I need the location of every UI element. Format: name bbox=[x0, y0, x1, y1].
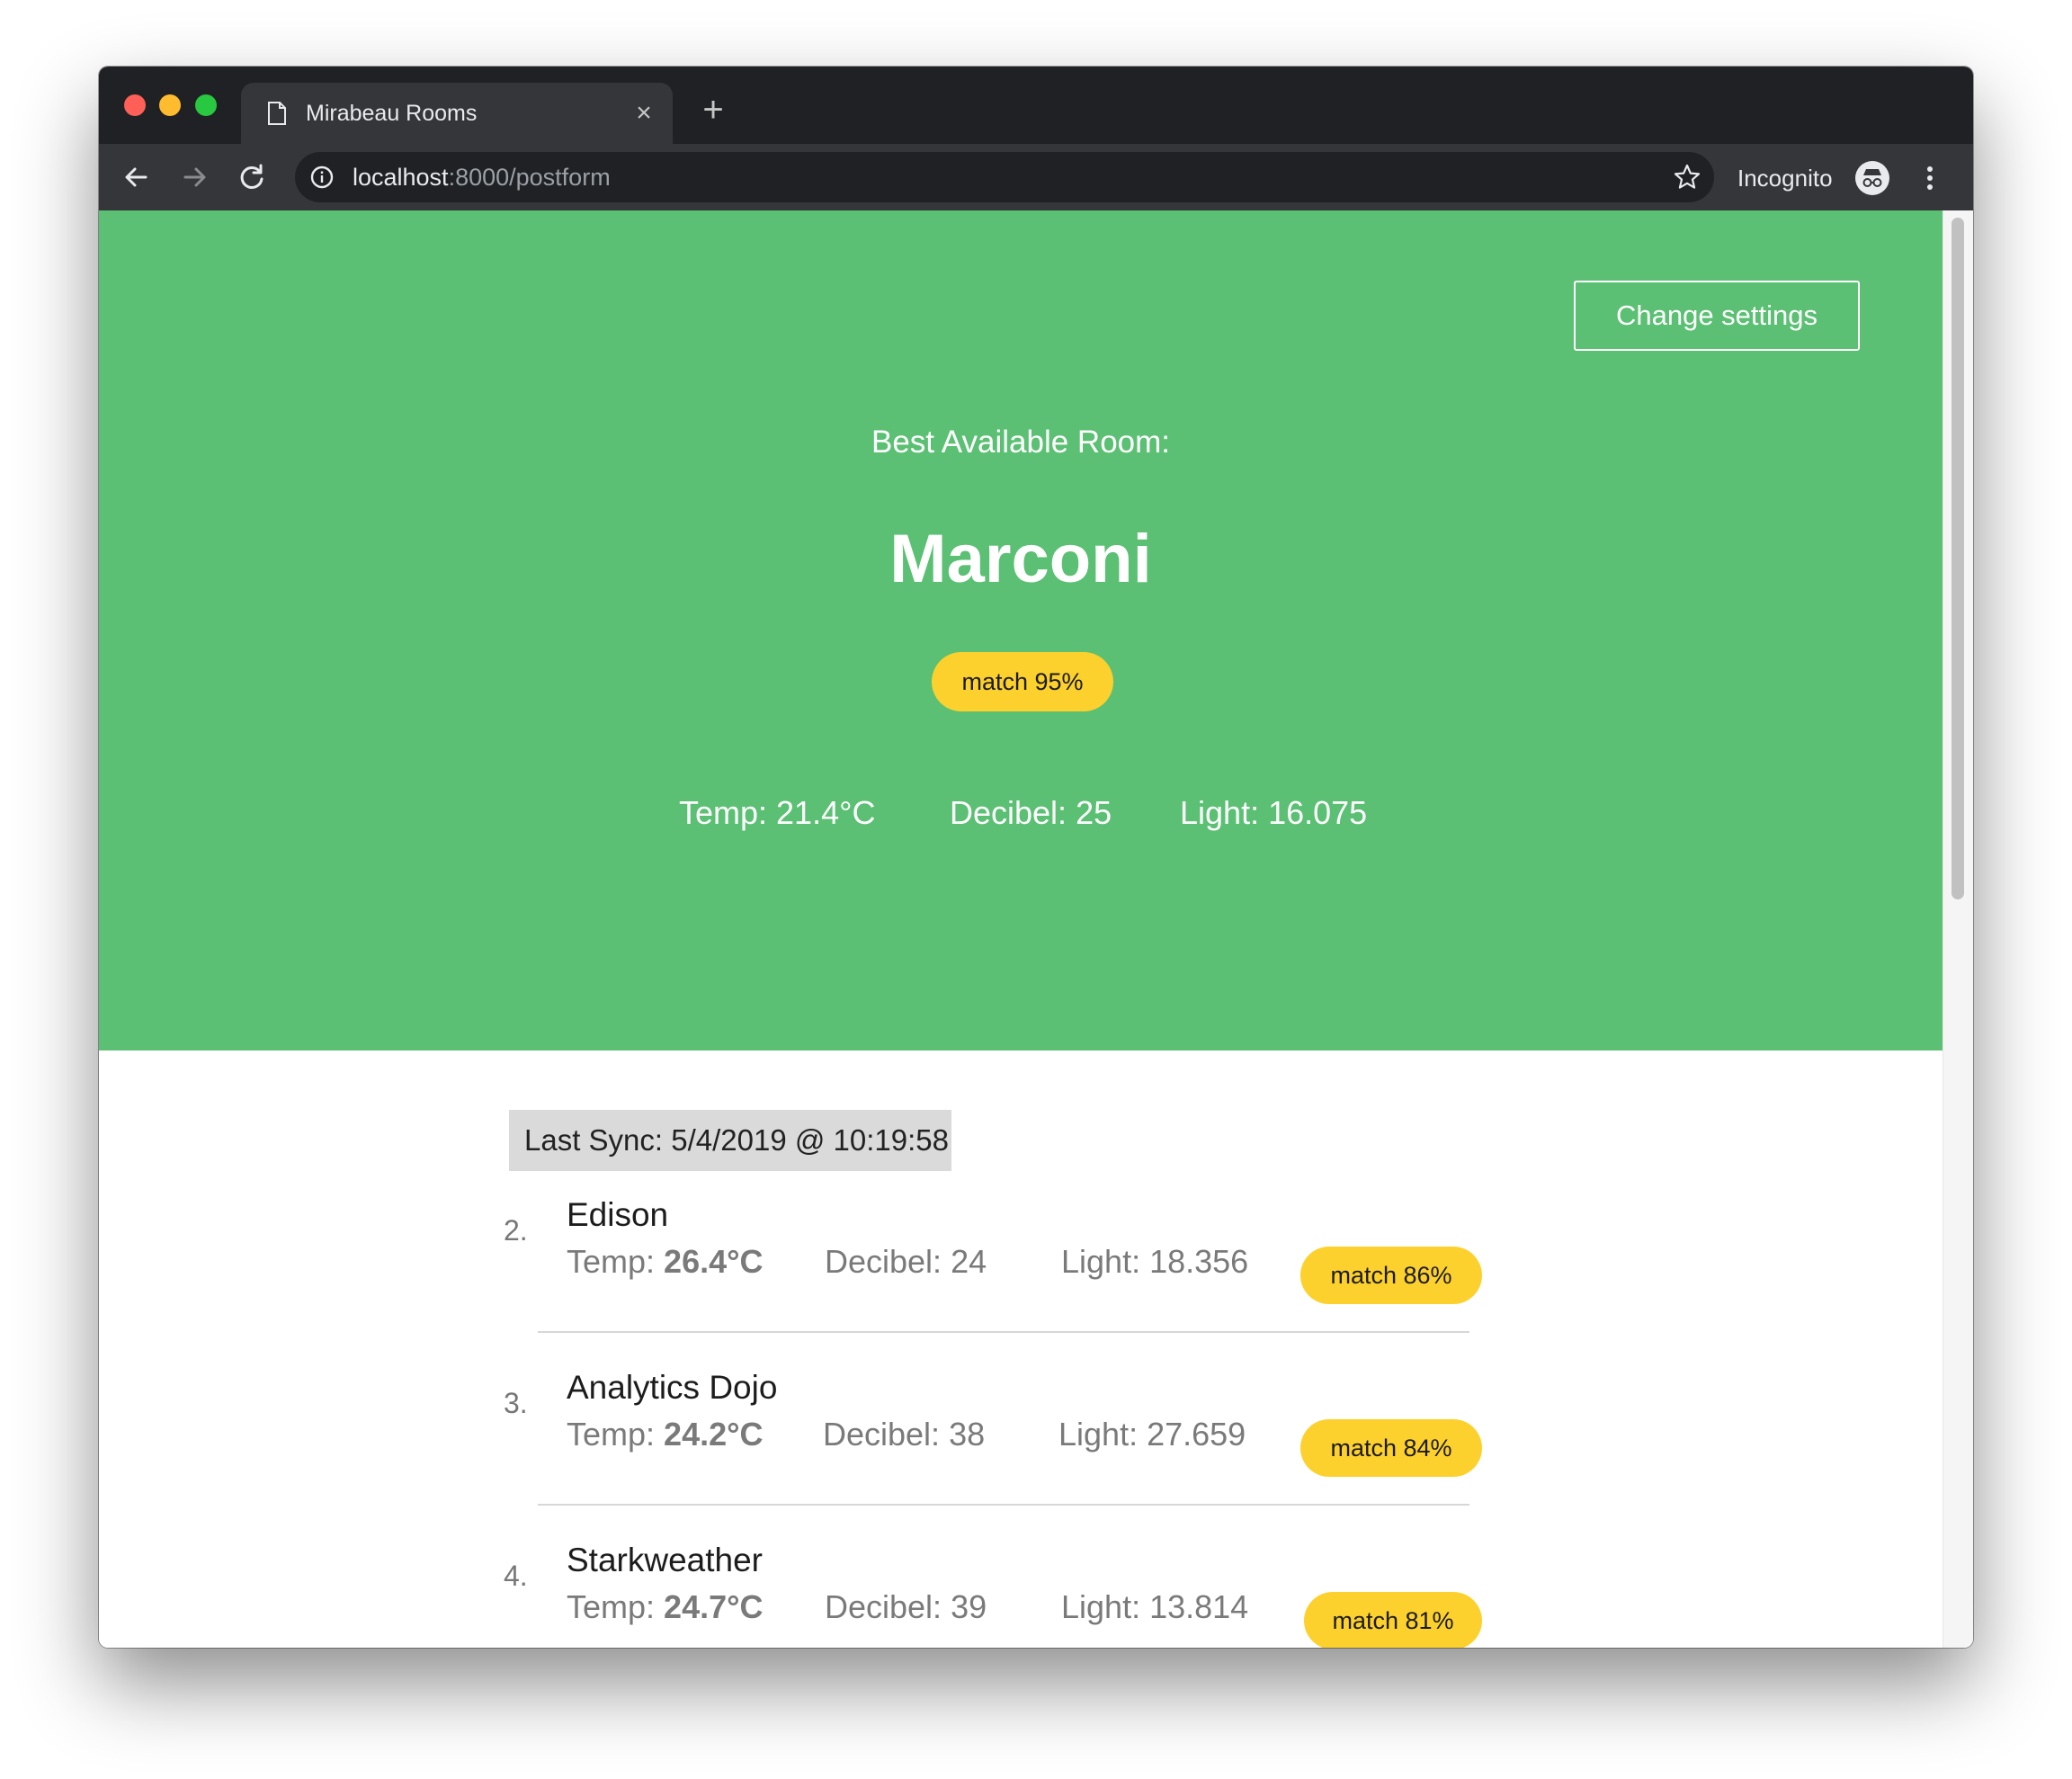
browser-tab[interactable]: Mirabeau Rooms × bbox=[241, 83, 673, 144]
title-bar: Mirabeau Rooms × + bbox=[99, 67, 1973, 144]
more-vert-icon[interactable] bbox=[1919, 160, 1941, 196]
close-window-button[interactable] bbox=[124, 94, 146, 116]
plus-icon[interactable]: + bbox=[697, 92, 729, 128]
room-match-badge: match 86% bbox=[1300, 1247, 1482, 1304]
room-temp-label: Temp: bbox=[567, 1588, 665, 1625]
address-bar[interactable]: localhost:8000/postform bbox=[295, 152, 1714, 202]
room-decibel: Decibel: 38 bbox=[823, 1416, 986, 1453]
room-temp: Temp: 26.4°C bbox=[567, 1241, 764, 1283]
browser-toolbar: localhost:8000/postform Incognito bbox=[99, 144, 1973, 210]
url-path: :8000/postform bbox=[448, 164, 611, 191]
scrollbar-thumb[interactable] bbox=[1951, 218, 1964, 899]
best-room-hero: Change settings Best Available Room: Mar… bbox=[99, 210, 1942, 1050]
room-temp: Temp: 24.7°C bbox=[567, 1587, 764, 1628]
minimize-window-button[interactable] bbox=[159, 94, 181, 116]
room-divider bbox=[538, 1504, 1469, 1506]
page-scrollbar[interactable] bbox=[1942, 210, 1973, 1648]
room-match-badge: match 81% bbox=[1304, 1592, 1482, 1648]
best-room-name: Marconi bbox=[889, 521, 1152, 597]
browser-window: Mirabeau Rooms × + localhost:8000/postfo… bbox=[99, 67, 1973, 1648]
tab-title: Mirabeau Rooms bbox=[306, 101, 478, 126]
room-name: Edison bbox=[567, 1196, 669, 1233]
close-icon[interactable]: × bbox=[631, 100, 656, 127]
url-text[interactable]: localhost:8000/postform bbox=[353, 163, 611, 192]
page-viewport: Change settings Best Available Room: Mar… bbox=[99, 210, 1973, 1648]
list-item[interactable]: 4. Starkweather Temp: 24.7°C Decibel: 39… bbox=[504, 1540, 1574, 1648]
room-rank: 2. bbox=[504, 1214, 528, 1247]
incognito-label: Incognito bbox=[1737, 165, 1833, 192]
room-rank: 3. bbox=[504, 1387, 528, 1419]
room-light: Light: 27.659 bbox=[1058, 1416, 1246, 1453]
room-light: Light: 13.814 bbox=[1061, 1588, 1249, 1625]
best-room-light: Light: 16.075 bbox=[1180, 794, 1368, 831]
forward-arrow-icon[interactable] bbox=[176, 159, 212, 195]
change-settings-button[interactable]: Change settings bbox=[1574, 281, 1860, 351]
room-name: Analytics Dojo bbox=[567, 1369, 778, 1406]
room-temp-value: 24.7°C bbox=[664, 1588, 764, 1625]
best-room-match-badge: match 95% bbox=[932, 652, 1113, 711]
star-icon[interactable] bbox=[1673, 163, 1701, 192]
info-icon[interactable] bbox=[309, 165, 335, 190]
best-room-temp: Temp: 21.4°C bbox=[679, 794, 876, 831]
room-light: Light: 18.356 bbox=[1061, 1243, 1249, 1280]
last-sync-label: Last Sync: 5/4/2019 @ 10:19:58 bbox=[509, 1110, 951, 1171]
page-icon bbox=[268, 102, 286, 125]
best-room-label: Best Available Room: bbox=[871, 425, 1171, 460]
back-arrow-icon[interactable] bbox=[119, 159, 155, 195]
reload-icon[interactable] bbox=[234, 159, 270, 195]
maximize-window-button[interactable] bbox=[195, 94, 217, 116]
room-match-badge: match 84% bbox=[1300, 1419, 1482, 1477]
room-name: Starkweather bbox=[567, 1542, 763, 1578]
room-decibel: Decibel: 24 bbox=[825, 1243, 987, 1280]
room-temp-label: Temp: bbox=[567, 1243, 665, 1280]
room-temp-value: 24.2°C bbox=[664, 1416, 764, 1453]
room-temp-value: 26.4°C bbox=[664, 1243, 764, 1280]
room-decibel: Decibel: 39 bbox=[825, 1588, 987, 1625]
room-temp: Temp: 24.2°C bbox=[567, 1414, 764, 1455]
incognito-icon[interactable] bbox=[1854, 160, 1890, 196]
room-rank: 4. bbox=[504, 1560, 528, 1592]
room-temp-label: Temp: bbox=[567, 1416, 665, 1453]
url-host: localhost bbox=[353, 164, 449, 191]
best-room-decibel: Decibel: 25 bbox=[950, 794, 1112, 831]
room-divider bbox=[538, 1331, 1469, 1333]
